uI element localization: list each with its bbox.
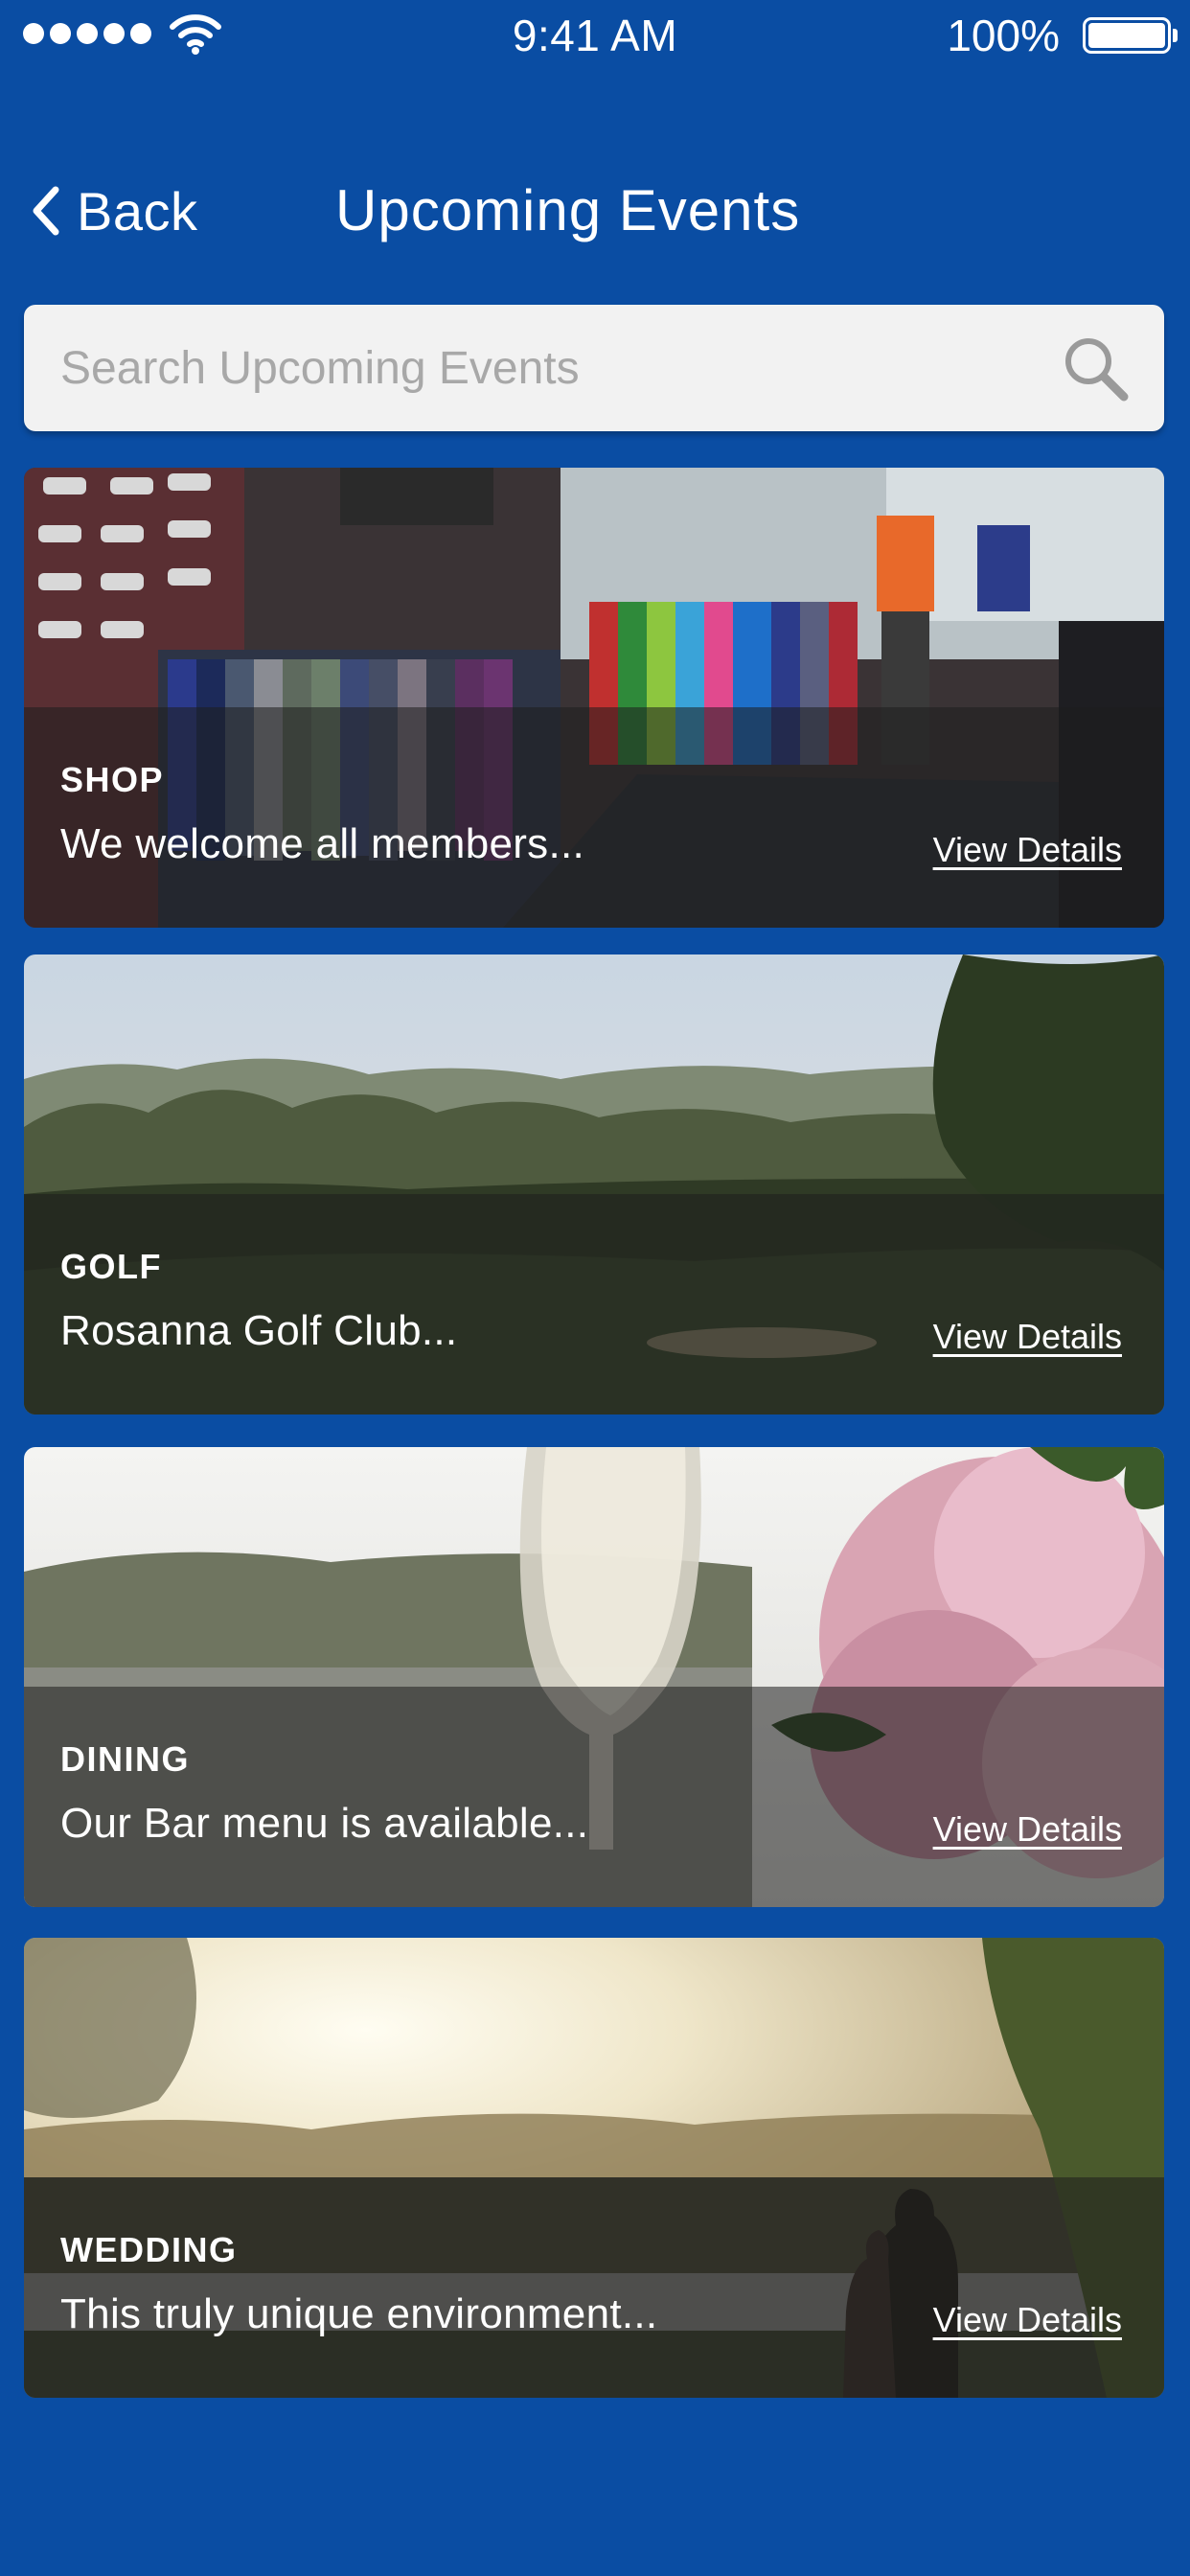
event-category: SHOP	[60, 760, 165, 799]
event-card-shop[interactable]: SHOP We welcome all members... View Deta…	[24, 468, 1164, 928]
event-card-wedding[interactable]: WEDDING This truly unique environment...…	[24, 1938, 1164, 2398]
search-bar[interactable]	[24, 305, 1164, 431]
view-details-link[interactable]: View Details	[933, 1809, 1122, 1850]
event-category: DINING	[60, 1739, 190, 1779]
view-details-link[interactable]: View Details	[933, 2300, 1122, 2340]
event-description: This truly unique environment...	[60, 2290, 658, 2337]
chevron-left-icon	[33, 186, 59, 236]
view-details-link[interactable]: View Details	[933, 830, 1122, 870]
page-title: Upcoming Events	[335, 178, 801, 242]
event-category: GOLF	[60, 1247, 162, 1286]
event-card-dining[interactable]: DINING Our Bar menu is available... View…	[24, 1447, 1164, 1907]
back-label: Back	[77, 180, 198, 242]
card-overlay	[24, 1194, 1164, 1414]
card-overlay	[24, 2177, 1164, 2398]
battery-percent: 100%	[947, 11, 1060, 60]
search-input[interactable]	[60, 305, 1018, 431]
event-description: We welcome all members...	[60, 820, 585, 867]
event-description: Our Bar menu is available...	[60, 1800, 589, 1847]
status-bar: 9:41 AM 100%	[0, 0, 1190, 77]
search-icon[interactable]	[1061, 334, 1132, 404]
battery-full-icon	[1083, 17, 1178, 54]
event-category: WEDDING	[60, 2230, 238, 2269]
view-details-link[interactable]: View Details	[933, 1317, 1122, 1357]
back-button[interactable]: Back	[29, 172, 198, 249]
event-card-golf[interactable]: GOLF Rosanna Golf Club... View Details	[24, 954, 1164, 1414]
card-overlay	[24, 1687, 1164, 1907]
card-overlay	[24, 707, 1164, 928]
event-description: Rosanna Golf Club...	[60, 1307, 458, 1354]
